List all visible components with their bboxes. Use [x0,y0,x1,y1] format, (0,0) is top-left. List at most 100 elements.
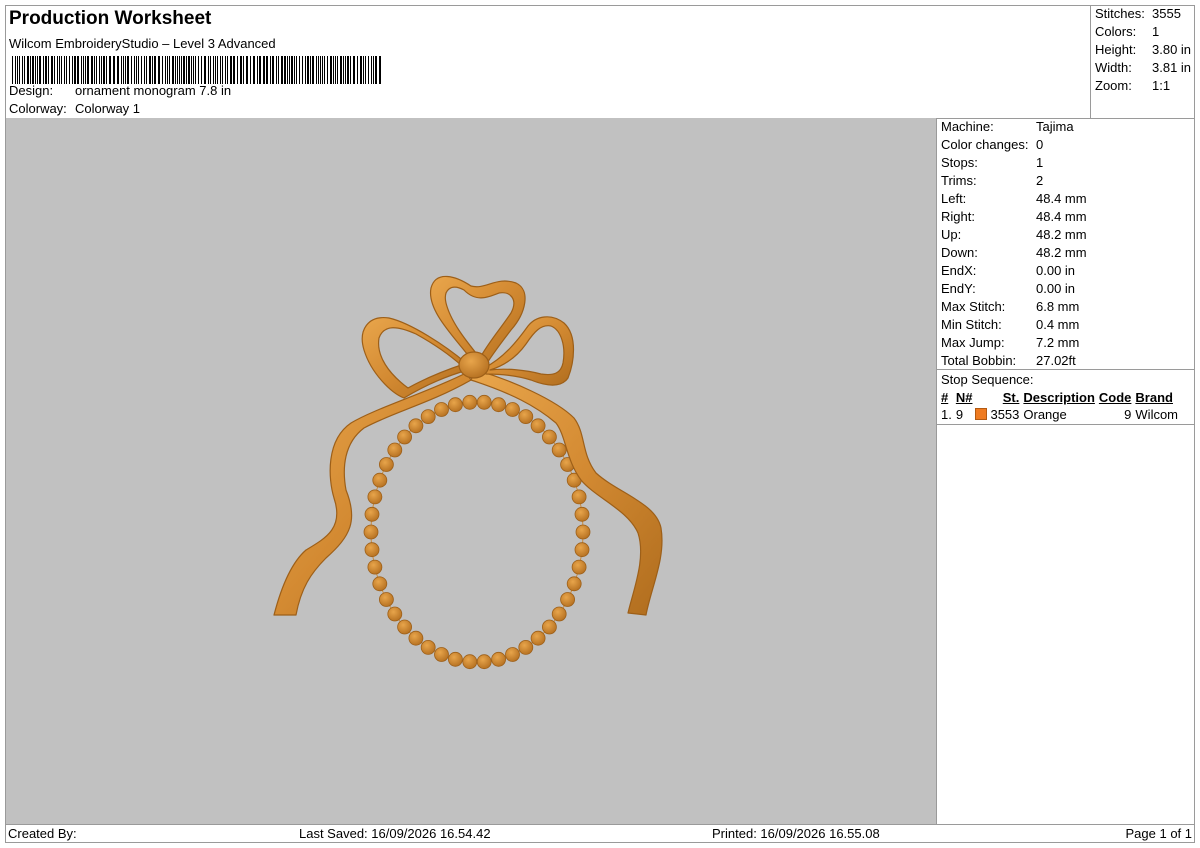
info-row: Total Bobbin: 27.02ft [941,353,1087,371]
barcode-bar [240,56,242,84]
info-row: Color changes: 0 [941,137,1087,155]
barcode-bar [302,56,303,84]
barcode-bar [17,56,18,84]
barcode-bar [96,56,97,84]
summary-value: 3.80 in [1152,42,1192,57]
info-value: 48.4 mm [1036,191,1087,206]
info-row: Right: 48.4 mm [941,209,1087,227]
summary-value: 1:1 [1152,78,1171,93]
barcode-bar [299,56,300,84]
barcode-bar [183,56,185,84]
barcode-bar [371,56,372,84]
info-value: 27.02ft [1036,353,1076,368]
barcode-bar [379,56,381,84]
barcode-bar [188,56,190,84]
info-label: Stops: [941,155,978,170]
bead [378,457,394,472]
last-saved: Last Saved: 16/09/2026 16.54.42 [299,826,491,841]
barcode-bar [365,56,366,84]
barcode-bar [117,56,119,84]
color-swatch-cell [974,406,988,423]
bead [518,640,534,655]
summary-value: 1 [1152,24,1160,39]
bead [530,630,546,646]
col-code: Code [1098,390,1132,405]
colorway-value: Colorway 1 [75,101,141,116]
info-label: Color changes: [941,137,1029,152]
barcode-bar [59,56,60,84]
barcode-bar [81,56,82,84]
barcode-bar [363,56,364,84]
barcode-bar [12,56,13,84]
barcode-bar [340,56,342,84]
barcode-bar [278,56,279,84]
stop-sequence-table: # N# St. Description Code Brand 1. 9 355… [939,389,1180,423]
bead [378,592,394,607]
barcode-bar [35,56,36,84]
bead [462,654,478,670]
barcode-bar [121,56,122,84]
barcode-bar [225,56,226,84]
barcode-bar [85,56,86,84]
barcode-bar [136,56,137,84]
barcode-bar [64,56,65,84]
barcode-bar [220,56,221,84]
embroidery-design [273,275,663,670]
bead [476,394,492,410]
barcode-bar [353,56,355,84]
barcode-bar [257,56,258,84]
barcode-bar [320,56,321,84]
barcode-bar [243,56,244,84]
col-needle: N# [955,390,973,405]
barcode-bar [165,56,166,84]
barcode-bar [333,56,334,84]
barcode-bar [287,56,288,84]
barcode-bar [144,56,145,84]
barcode-bar [316,56,317,84]
info-row: Trims: 2 [941,173,1087,191]
created-by: Created By: [8,826,77,841]
summary-value: 3.81 in [1152,60,1192,75]
page-number: Page 1 of 1 [1125,826,1193,841]
barcode-bar [281,56,283,84]
summary-label: Colors: [1095,24,1137,39]
bead [571,489,587,505]
barcode-bar [307,56,309,84]
barcode-bar [162,56,163,84]
barcode-bar [357,56,358,84]
machine-info: Machine: Tajima Color changes: 0 Stops: 1 T… [941,119,1087,371]
barcode-bar [324,56,325,84]
bead [462,394,478,410]
stop-needle: 9 [955,407,964,422]
bead [434,647,449,662]
barcode-bar [101,56,102,84]
barcode-bar [172,56,174,84]
ribbon-bow [273,275,663,616]
worksheet-header: Production Worksheet Wilcom EmbroiderySt… [6,6,1090,118]
bead [476,654,492,670]
summary-row: Zoom: 1:1 [1095,78,1191,96]
colorway-label: Colorway: [9,101,67,116]
col-stitches: St. [1002,390,1020,405]
barcode-bar [54,56,55,84]
barcode-bar [337,56,338,84]
bead [530,418,546,434]
right-bow-loop [483,316,575,386]
barcode-bar [94,56,95,84]
col-num: # [941,390,949,405]
barcode-bar [103,56,105,84]
barcode-bar [345,56,346,84]
bead [551,606,567,622]
barcode-bar [175,56,176,84]
barcode-bar [208,56,209,84]
barcode-bar [296,56,297,84]
barcode-bar [37,56,38,84]
barcode-bar [57,56,58,84]
barcode-bar [198,56,199,84]
barcode-bar [193,56,194,84]
bead [491,651,507,667]
info-label: Trims: [941,173,977,188]
barcode-bar [330,56,332,84]
info-label: Left: [941,191,967,206]
design-value: ornament monogram 7.8 in [75,83,232,98]
